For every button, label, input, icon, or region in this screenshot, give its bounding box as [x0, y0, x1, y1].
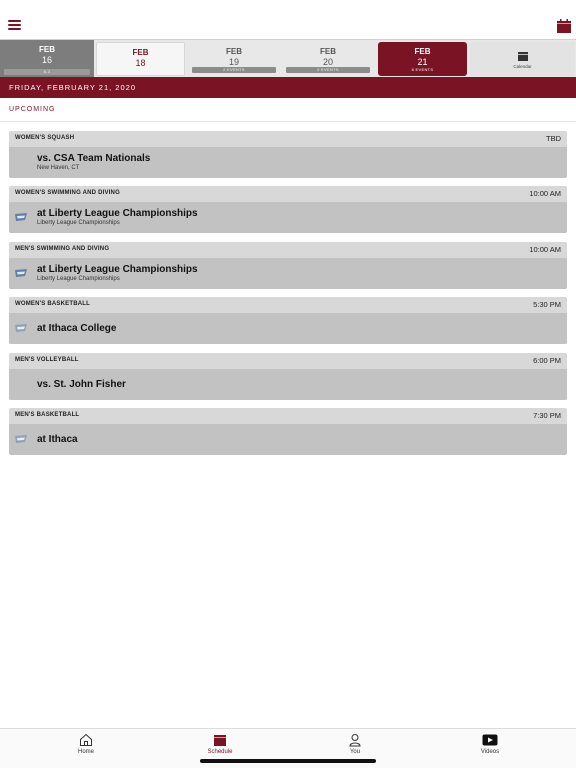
team-logo-icon	[15, 435, 27, 443]
event-card-header: WOMEN'S SQUASH TBD	[9, 131, 567, 147]
event-time: 5:30 PM	[533, 300, 561, 309]
event-card[interactable]: MEN'S VOLLEYBALL 6:00 PM vs. St. John Fi…	[9, 353, 567, 400]
event-card-header: WOMEN'S SWIMMING AND DIVING 10:00 AM	[9, 186, 567, 202]
event-time: 10:00 AM	[529, 189, 561, 198]
hamburger-menu-icon[interactable]	[8, 20, 21, 30]
top-bar	[0, 0, 576, 40]
team-logo-icon	[15, 213, 27, 221]
calendar-icon[interactable]	[557, 19, 571, 33]
tab-schedule[interactable]: Schedule	[190, 733, 250, 755]
section-title: UPCOMING	[9, 106, 56, 113]
event-card[interactable]: WOMEN'S BASKETBALL 5:30 PM at Ithaca Col…	[9, 297, 567, 344]
event-card-body: vs. St. John Fisher	[9, 369, 567, 400]
date-month: FEB	[132, 48, 149, 57]
event-count-badge: 6-3	[4, 69, 90, 75]
date-month: FEB	[414, 47, 431, 56]
event-card-header: MEN'S VOLLEYBALL 6:00 PM	[9, 353, 567, 369]
event-location: New Haven, CT	[37, 165, 80, 171]
opponent-name: vs. CSA Team Nationals	[37, 153, 151, 164]
tab-you[interactable]: You	[325, 733, 385, 755]
date-month: FEB	[320, 47, 336, 56]
date-day: 20	[322, 57, 333, 67]
sport-name: MEN'S VOLLEYBALL	[15, 357, 79, 363]
divider	[0, 121, 576, 122]
calendar-icon	[214, 735, 226, 746]
event-card-body: at Liberty League Championships Liberty …	[9, 202, 567, 233]
event-card-header: MEN'S BASKETBALL 7:30 PM	[9, 408, 567, 424]
tab-home-label: Home	[77, 749, 94, 755]
event-card-header: WOMEN'S BASKETBALL 5:30 PM	[9, 297, 567, 313]
event-card-body: at Liberty League Championships Liberty …	[9, 258, 567, 289]
event-time: 6:00 PM	[533, 356, 561, 365]
event-time: 7:30 PM	[533, 411, 561, 420]
event-card[interactable]: WOMEN'S SQUASH TBD vs. CSA Team National…	[9, 131, 567, 178]
home-indicator[interactable]	[200, 759, 376, 763]
event-card[interactable]: MEN'S SWIMMING AND DIVING 10:00 AM at Li…	[9, 242, 567, 289]
event-count-badge: 2 EVENTS	[192, 67, 276, 73]
event-time: TBD	[546, 134, 561, 143]
event-card-body: at Ithaca	[9, 424, 567, 455]
person-icon	[349, 734, 361, 747]
event-card-body: vs. CSA Team Nationals New Haven, CT	[9, 147, 567, 178]
date-month: FEB	[226, 47, 242, 56]
opponent-name: at Ithaca College	[37, 323, 117, 334]
sport-name: WOMEN'S SQUASH	[15, 135, 75, 141]
sport-name: MEN'S SWIMMING AND DIVING	[15, 246, 110, 252]
event-card[interactable]: WOMEN'S SWIMMING AND DIVING 10:00 AM at …	[9, 186, 567, 233]
opponent-name: at Liberty League Championships	[37, 208, 198, 219]
calendar-label: Calendar	[513, 64, 532, 69]
tab-home[interactable]: Home	[56, 733, 116, 755]
date-day: 21	[417, 57, 428, 67]
date-tab-feb-20[interactable]: FEB 20 2 EVENTS	[282, 42, 374, 76]
event-location: Liberty League Championships	[37, 276, 120, 282]
play-icon	[482, 734, 498, 746]
team-logo-icon	[15, 269, 27, 277]
calendar-button[interactable]: Calendar	[470, 42, 575, 76]
event-card[interactable]: MEN'S BASKETBALL 7:30 PM at Ithaca	[9, 408, 567, 455]
home-icon	[80, 733, 92, 746]
date-tab-feb-16[interactable]: FEB 16 6-3	[0, 40, 94, 78]
date-month: FEB	[39, 45, 55, 54]
tab-you-label: You	[349, 749, 361, 755]
date-tab-feb-19[interactable]: FEB 19 2 EVENTS	[188, 42, 280, 76]
date-day: 19	[228, 57, 239, 67]
tab-videos[interactable]: Videos	[460, 733, 520, 755]
date-day: 16	[41, 55, 52, 65]
event-count-badge: 6 EVENTS	[411, 67, 434, 72]
event-time: 10:00 AM	[529, 245, 561, 254]
date-day: 18	[135, 58, 146, 68]
event-location: Liberty League Championships	[37, 220, 120, 226]
calendar-icon	[517, 52, 528, 61]
sport-name: MEN'S BASKETBALL	[15, 412, 80, 418]
event-card-body: at Ithaca College	[9, 313, 567, 344]
sport-name: WOMEN'S SWIMMING AND DIVING	[15, 190, 120, 196]
date-tab-feb-21[interactable]: FEB 21 6 EVENTS	[378, 42, 467, 76]
opponent-name: at Liberty League Championships	[37, 264, 198, 275]
tab-videos-label: Videos	[480, 749, 500, 755]
date-tab-feb-18[interactable]: FEB 18	[96, 42, 185, 76]
sport-name: WOMEN'S BASKETBALL	[15, 301, 91, 307]
team-logo-icon	[15, 324, 27, 332]
event-card-header: MEN'S SWIMMING AND DIVING 10:00 AM	[9, 242, 567, 258]
tab-schedule-label: Schedule	[207, 749, 233, 755]
opponent-name: at Ithaca	[37, 434, 78, 445]
event-count-badge: 2 EVENTS	[286, 67, 370, 73]
selected-date-banner: FRIDAY, FEBRUARY 21, 2020	[0, 77, 576, 98]
opponent-name: vs. St. John Fisher	[37, 379, 126, 390]
date-strip: FEB 16 6-3 FEB 18 FEB 19 2 EVENTS FEB 20…	[0, 39, 576, 78]
